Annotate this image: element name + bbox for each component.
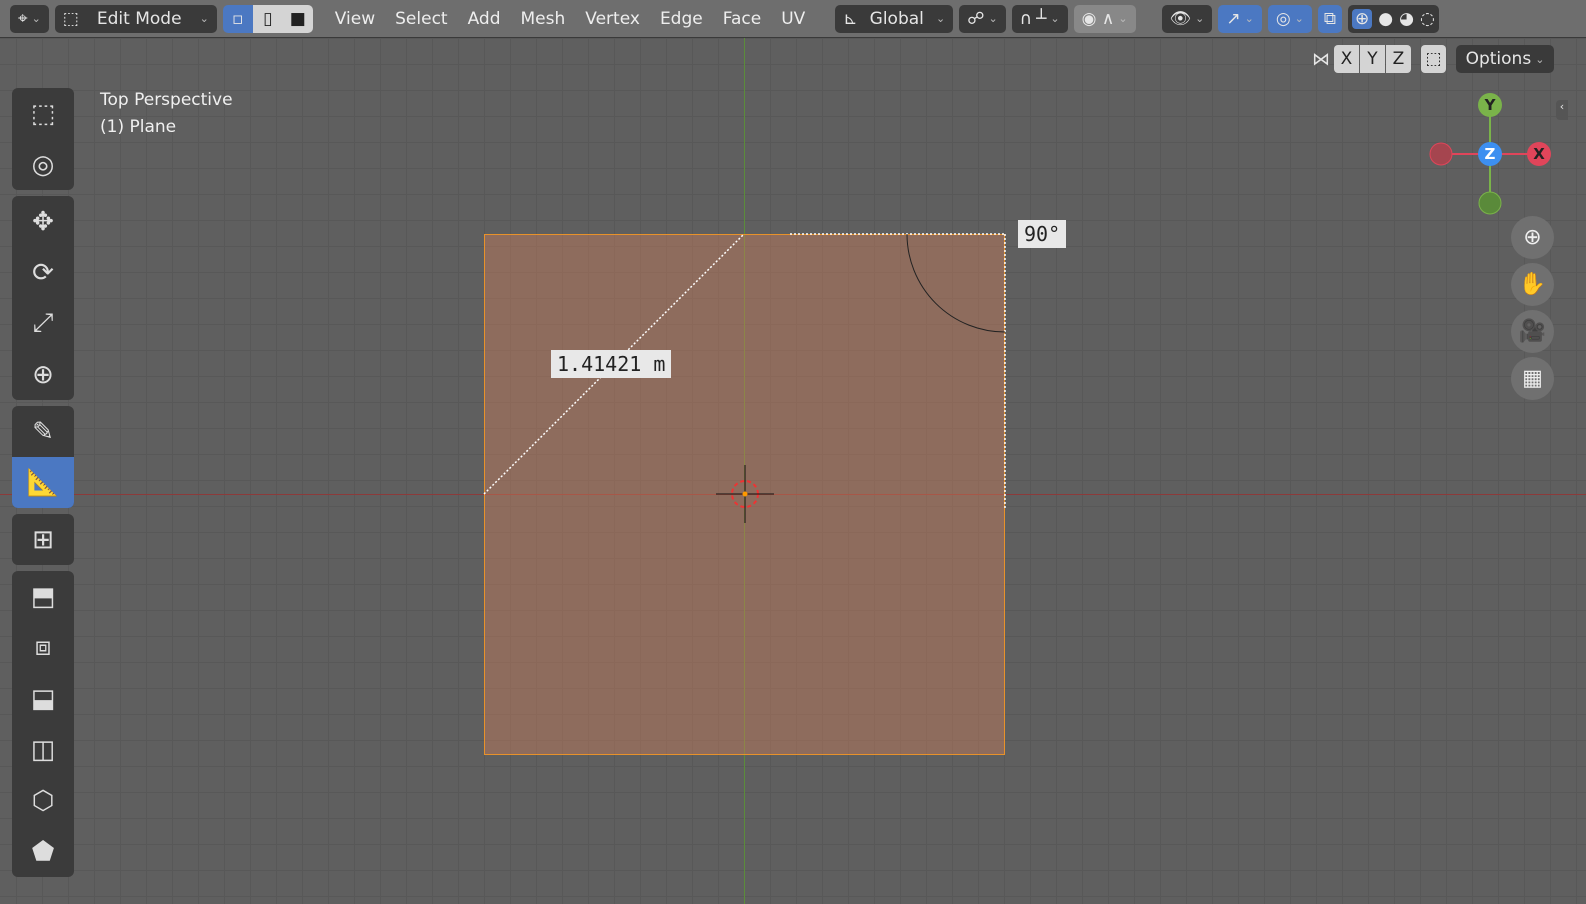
mirror-y-toggle[interactable]: Y [1360,45,1385,73]
zoom-icon: ⊕ [1523,225,1542,250]
measure-length-label: 1.41421 m [551,350,672,378]
topology-mirror-toggle[interactable]: ⬚ [1421,45,1446,73]
camera-view-button[interactable]: 🎥 [1511,310,1554,353]
poly-build-tool[interactable]: ⬟ [12,826,74,877]
mirror-z-toggle[interactable]: Z [1386,45,1411,73]
annotate-tool[interactable]: ✎ [12,406,74,457]
origin-dot [742,491,748,497]
transform-tool[interactable]: ⊕ [12,349,74,400]
select-box-tool[interactable]: ⬚ [12,88,74,139]
extrude-tool[interactable]: ⬒ [12,571,74,622]
mirror-icon: ⋈ [1312,48,1330,70]
gizmo-z-axis[interactable]: Z [1478,142,1502,166]
cursor-tool[interactable]: ◎ [12,139,74,190]
knife-tool[interactable]: ⬡ [12,775,74,826]
measure-angle-label: 90° [1018,220,1067,248]
toolbar: ⬚ ◎ ✥ ⟳ ⤢ ⊕ ✎ 📐 ⊞ ⬒ ⧈ ⬓ ◫ ⬡ ⬟ [12,88,74,883]
mirror-options: ⋈ X Y Z ⬚ Options ⌄ [1312,45,1554,73]
perspective-toggle-button[interactable]: ▦ [1511,357,1554,400]
move-tool[interactable]: ✥ [12,196,74,247]
mirror-x-toggle[interactable]: X [1334,45,1359,73]
view-name: Top Perspective [100,90,233,110]
loop-cut-tool[interactable]: ◫ [12,724,74,775]
angle-arc [906,233,1006,333]
options-dropdown[interactable]: Options ⌄ [1456,45,1554,73]
sidebar-toggle[interactable]: ‹ [1556,100,1568,120]
scale-tool[interactable]: ⤢ [12,298,74,349]
object-name: (1) Plane [100,117,177,137]
pan-view-button[interactable]: ✋ [1511,263,1554,306]
gizmo-x-axis[interactable]: X [1527,142,1551,166]
hand-icon: ✋ [1518,272,1547,297]
inset-tool[interactable]: ⧈ [12,622,74,673]
rotate-tool[interactable]: ⟳ [12,247,74,298]
gizmo-y-axis[interactable]: Y [1478,93,1502,117]
measure-tool[interactable]: 📐 [12,457,74,508]
zoom-view-button[interactable]: ⊕ [1511,216,1554,259]
bevel-tool[interactable]: ⬓ [12,673,74,724]
grid-icon: ▦ [1522,366,1543,391]
camera-icon: 🎥 [1518,319,1547,344]
measure-overlay [483,233,1006,523]
add-cube-tool[interactable]: ⊞ [12,514,74,565]
